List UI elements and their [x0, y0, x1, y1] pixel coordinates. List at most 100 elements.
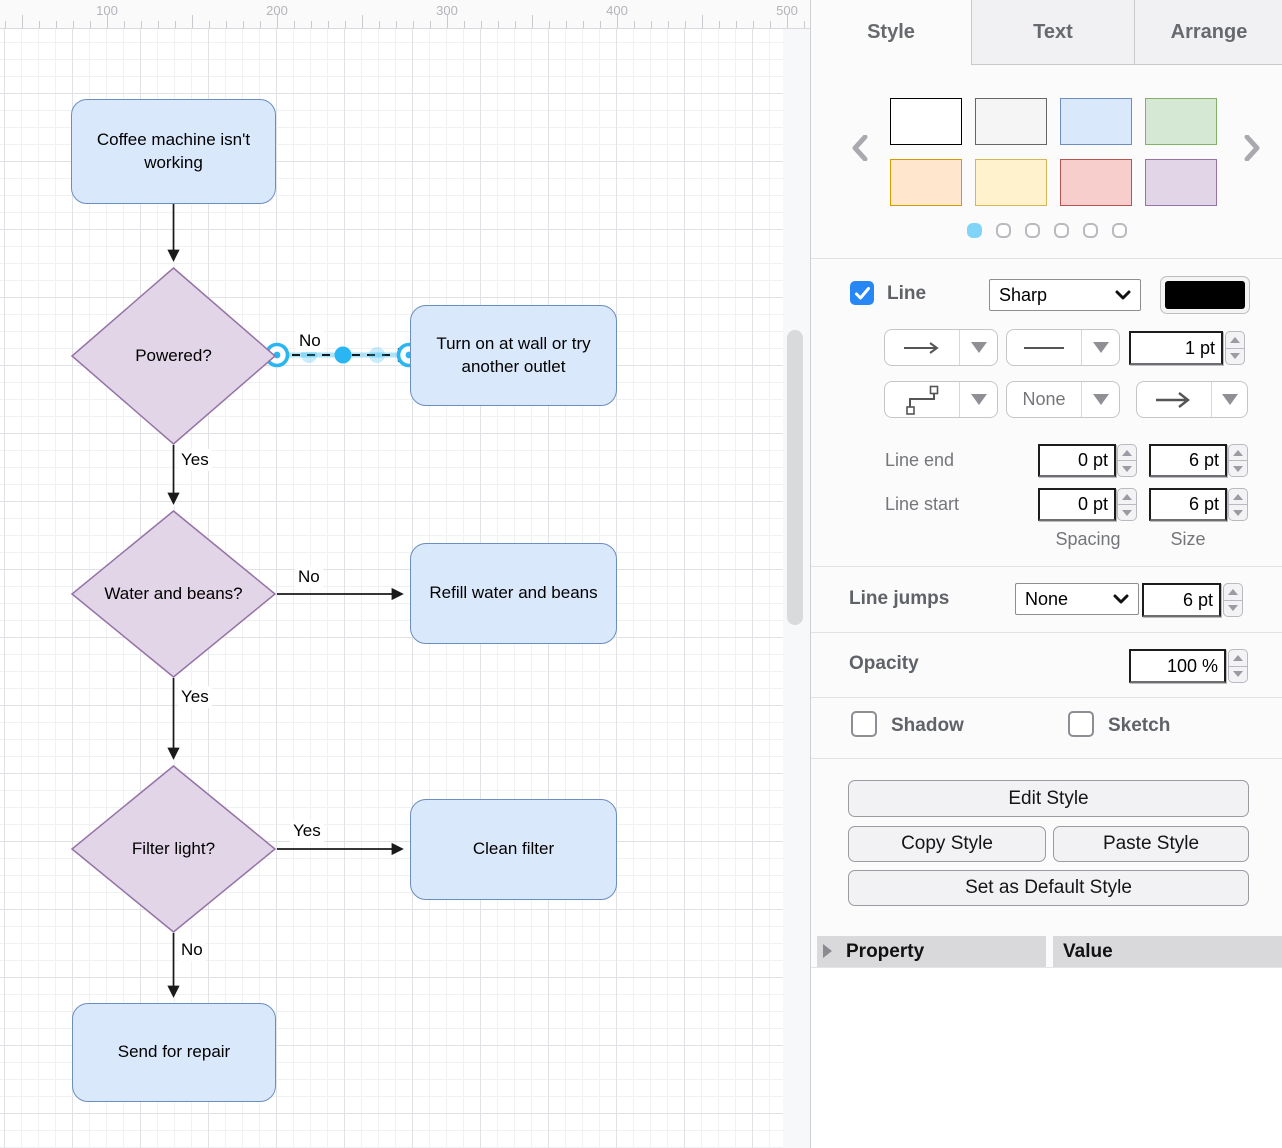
- style-swatch[interactable]: [1060, 98, 1132, 145]
- shadow-checkbox[interactable]: [851, 711, 877, 737]
- edge-label-powered-no[interactable]: No: [296, 330, 324, 352]
- node-water-beans[interactable]: Water and beans?: [71, 510, 276, 678]
- opacity-input[interactable]: 100 %: [1129, 649, 1226, 683]
- sketch-checkbox[interactable]: [1068, 711, 1094, 737]
- value-column-header[interactable]: Value: [1053, 936, 1282, 967]
- tab-arrange[interactable]: Arrange: [1134, 0, 1282, 65]
- ruler-label: 200: [266, 3, 288, 18]
- ruler-tick: [651, 21, 652, 28]
- node-filter-light-label: Filter light?: [71, 765, 276, 933]
- spinner-down-icon[interactable]: [1225, 349, 1245, 366]
- copy-style-button[interactable]: Copy Style: [848, 826, 1046, 862]
- arrowhead-icon: [1154, 391, 1194, 409]
- style-swatch[interactable]: [890, 159, 962, 206]
- line-jumps-select[interactable]: None: [1015, 583, 1139, 615]
- style-swatch[interactable]: [1145, 98, 1217, 145]
- edge-midpoint-handle[interactable]: [335, 347, 352, 364]
- waypoints-dropdown[interactable]: [960, 382, 997, 417]
- set-default-style-button[interactable]: Set as Default Style: [848, 870, 1249, 906]
- line-jumps-size-input[interactable]: 6 pt: [1142, 583, 1221, 617]
- node-filter-light[interactable]: Filter light?: [71, 765, 276, 933]
- line-checkbox[interactable]: [850, 281, 874, 305]
- edge-label-water-no[interactable]: No: [295, 566, 323, 588]
- chevron-left-icon[interactable]: [847, 130, 873, 166]
- spinner-down-icon[interactable]: [1228, 461, 1248, 477]
- node-send-repair-label: Send for repair: [118, 1041, 230, 1063]
- line-pattern-dropdown[interactable]: [1082, 330, 1119, 365]
- edge-label-filter-no[interactable]: No: [178, 939, 206, 961]
- pager-dot[interactable]: [1083, 223, 1098, 238]
- spinner-up-icon[interactable]: [1228, 444, 1248, 461]
- edge-label-powered-yes[interactable]: Yes: [178, 449, 212, 471]
- connector-style-dropdown[interactable]: [1082, 382, 1119, 417]
- style-swatch[interactable]: [1060, 159, 1132, 206]
- line-color-button[interactable]: [1160, 276, 1250, 314]
- style-swatch[interactable]: [975, 159, 1047, 206]
- edge-label-filter-yes[interactable]: Yes: [290, 820, 324, 842]
- spinner-up-icon[interactable]: [1228, 488, 1248, 505]
- edge-virtual-waypoint[interactable]: [369, 347, 385, 363]
- property-column-header[interactable]: Property: [817, 936, 1046, 967]
- spinner-down-icon[interactable]: [1228, 505, 1248, 521]
- style-swatch[interactable]: [975, 98, 1047, 145]
- spinner-up-icon[interactable]: [1225, 331, 1245, 349]
- spinner-up-icon[interactable]: [1117, 488, 1137, 505]
- line-end-spacing-input[interactable]: 0 pt: [1038, 444, 1116, 477]
- edge-powered-no-selected[interactable]: [267, 345, 420, 366]
- line-start-spacing-input[interactable]: 0 pt: [1038, 488, 1116, 521]
- node-start[interactable]: Coffee machine isn't working: [71, 99, 276, 204]
- spinner-down-icon[interactable]: [1228, 667, 1248, 684]
- swatch-pager: [811, 223, 1282, 238]
- diagram-grid[interactable]: Coffee machine isn't working Powered? Tu…: [0, 29, 783, 1148]
- property-grid-header: Property Value: [811, 936, 1282, 967]
- spinner-up-icon[interactable]: [1228, 649, 1248, 667]
- flowchart-canvas[interactable]: 100200300400500: [0, 0, 810, 1148]
- pager-dot[interactable]: [1025, 223, 1040, 238]
- pager-dot[interactable]: [1112, 223, 1127, 238]
- style-swatch[interactable]: [890, 98, 962, 145]
- line-width-input[interactable]: 1 pt: [1129, 331, 1223, 365]
- node-refill[interactable]: Refill water and beans: [410, 543, 617, 644]
- tab-style[interactable]: Style: [811, 0, 971, 65]
- edge-label-water-yes[interactable]: Yes: [178, 686, 212, 708]
- spinner-up-icon[interactable]: [1117, 444, 1137, 461]
- vertical-scrollbar[interactable]: [787, 330, 803, 625]
- spinner-down-icon[interactable]: [1117, 505, 1137, 521]
- arrowhead-button[interactable]: [1137, 382, 1212, 417]
- line-start-size-input[interactable]: 6 pt: [1149, 488, 1227, 521]
- dropdown-arrow-icon: [1093, 394, 1109, 405]
- line-pattern-button[interactable]: [1007, 330, 1082, 365]
- node-turn-on[interactable]: Turn on at wall or try another outlet: [410, 305, 617, 406]
- value-header-label: Value: [1063, 941, 1113, 963]
- line-style-select[interactable]: Sharp: [989, 279, 1141, 311]
- dropdown-arrow-icon: [971, 342, 987, 353]
- line-end-size-input[interactable]: 6 pt: [1149, 444, 1227, 477]
- node-turn-on-label: Turn on at wall or try another outlet: [427, 333, 600, 377]
- style-swatch[interactable]: [1145, 159, 1217, 206]
- pager-dot[interactable]: [967, 223, 982, 238]
- ruler-tick: [430, 21, 431, 28]
- spinner-down-icon[interactable]: [1117, 461, 1137, 477]
- waypoints-button[interactable]: [885, 382, 960, 417]
- scrollbar-gutter: [783, 29, 810, 1148]
- spinner-up-icon[interactable]: [1223, 583, 1243, 601]
- check-icon: [855, 287, 870, 300]
- connection-dropdown[interactable]: [960, 330, 997, 365]
- pager-dot[interactable]: [1054, 223, 1069, 238]
- spinner-down-icon[interactable]: [1223, 601, 1243, 618]
- pager-dot[interactable]: [996, 223, 1011, 238]
- node-send-repair[interactable]: Send for repair: [72, 1003, 276, 1102]
- chevron-right-icon[interactable]: [1239, 130, 1265, 166]
- connection-button[interactable]: [885, 330, 960, 365]
- ruler-tick: [719, 21, 720, 28]
- tab-text[interactable]: Text: [971, 0, 1134, 65]
- paste-style-button[interactable]: Paste Style: [1053, 826, 1249, 862]
- ruler-tick: [226, 21, 227, 28]
- ruler-tick: [515, 21, 516, 28]
- edit-style-button[interactable]: Edit Style: [848, 780, 1249, 817]
- node-clean-filter[interactable]: Clean filter: [410, 799, 617, 900]
- arrowhead-dropdown[interactable]: [1212, 382, 1247, 417]
- expander-icon[interactable]: [823, 944, 832, 958]
- node-powered[interactable]: Powered?: [71, 267, 276, 445]
- connector-style-button[interactable]: None: [1007, 382, 1082, 417]
